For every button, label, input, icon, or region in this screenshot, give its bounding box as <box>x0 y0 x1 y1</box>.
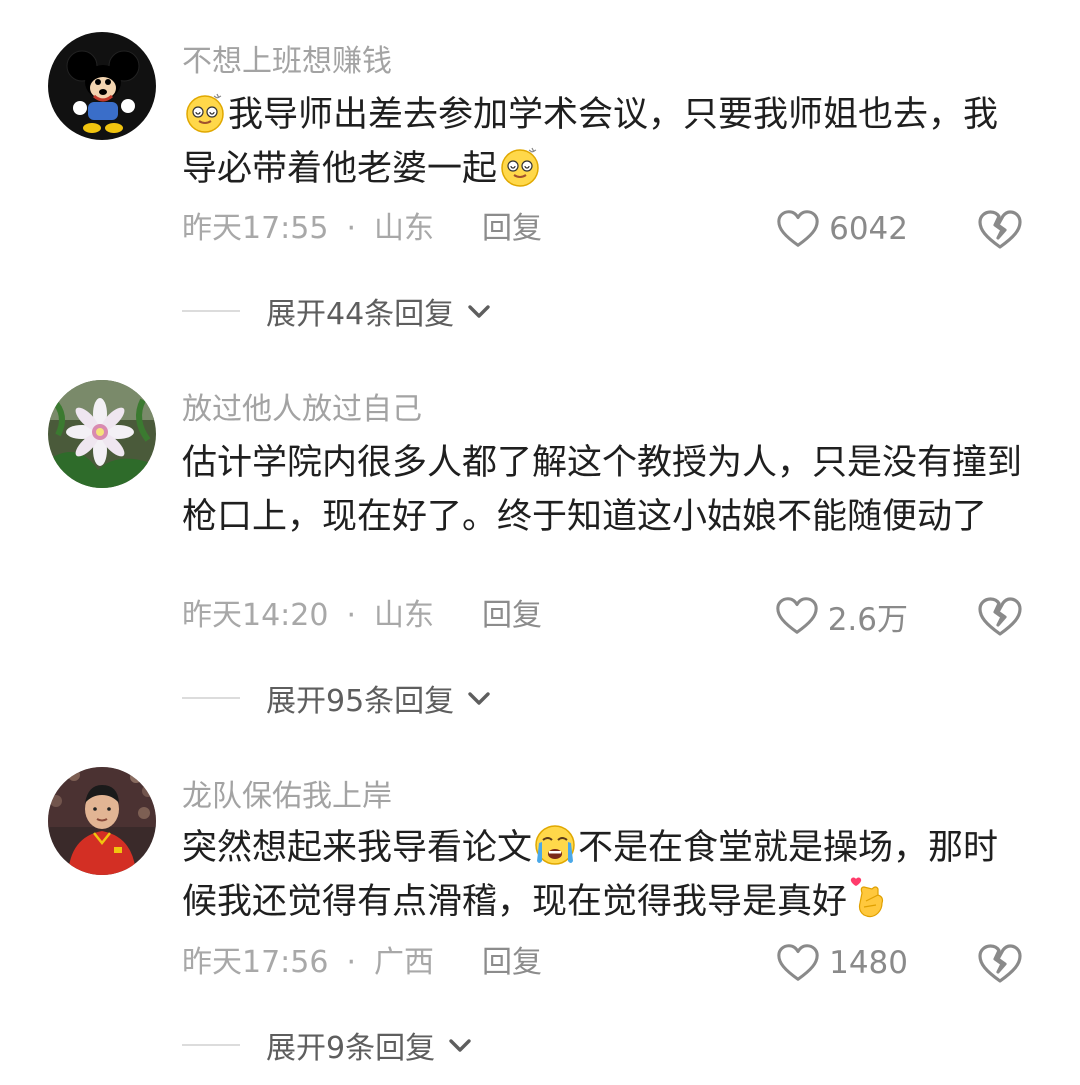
divider-line <box>182 310 240 312</box>
separator: · <box>346 945 357 980</box>
heart-outline-icon <box>775 597 818 634</box>
separator: · <box>346 598 357 633</box>
username[interactable]: 龙队保佑我上岸 <box>182 771 392 815</box>
comment-meta: 昨天14:20 · 山东 回复 <box>182 594 542 638</box>
expand-replies-label: 展开95条回复 <box>266 684 455 719</box>
expand-replies[interactable]: 展开95条回复 <box>182 676 496 720</box>
expand-replies-label: 展开44条回复 <box>266 297 455 332</box>
athlete-avatar <box>48 767 156 875</box>
timestamp: 昨天17:56 <box>182 945 329 980</box>
broken-heart-icon <box>978 210 1022 249</box>
crying-face-emoji <box>535 825 575 865</box>
heart-outline-icon <box>777 210 819 247</box>
avatar[interactable] <box>48 767 156 875</box>
comment-meta: 昨天17:56 · 广西 回复 <box>182 941 542 985</box>
expand-replies-label: 展开9条回复 <box>266 1031 436 1066</box>
heart-outline-icon <box>777 944 819 981</box>
chevron-down-icon <box>468 305 490 318</box>
username[interactable]: 不想上班想赚钱 <box>182 36 392 80</box>
like-count: 2.6万 <box>827 601 908 638</box>
location: 广西 <box>374 945 435 980</box>
expand-replies[interactable]: 展开9条回复 <box>182 1023 477 1067</box>
comment-text-part: 我导师出差去参加学术会议，只要我师姐也去，我导必带着他老婆一起 <box>182 95 999 189</box>
username[interactable]: 放过他人放过自己 <box>182 384 422 428</box>
like-button[interactable]: 1480 <box>775 938 908 988</box>
emoji <box>848 877 892 921</box>
emoji <box>533 823 577 867</box>
mickey-mouse-avatar <box>48 32 156 140</box>
like-button[interactable]: 2.6万 <box>774 591 908 641</box>
comment-text: 突然想起来我导看论文 不是在食堂就是操场，那时候我还觉得有点滑稽，现在觉得我导是… <box>182 821 1032 929</box>
timestamp: 昨天17:55 <box>182 211 329 246</box>
emoji <box>498 144 542 188</box>
location: 山东 <box>374 598 435 633</box>
chevron-down-icon <box>468 692 490 705</box>
dislike-button[interactable] <box>976 939 1024 987</box>
like-button[interactable]: 6042 <box>775 204 908 254</box>
dislike-button[interactable] <box>976 592 1024 640</box>
chevron-down-icon <box>449 1039 471 1052</box>
comment-text: 我导师出差去参加学术会议，只要我师姐也去，我导必带着他老婆一起 <box>182 88 1032 196</box>
reply-button[interactable]: 回复 <box>482 945 542 980</box>
emoji <box>183 90 227 134</box>
separator: · <box>346 211 357 246</box>
comment-text-part: 突然想起来我导看论文 <box>182 828 533 868</box>
like-count: 6042 <box>829 211 908 247</box>
flower-avatar <box>48 380 156 488</box>
location: 山东 <box>374 211 435 246</box>
reply-button[interactable]: 回复 <box>482 211 542 246</box>
dizzy-face-emoji <box>501 147 539 187</box>
comment-meta: 昨天17:55 · 山东 回复 <box>182 207 542 251</box>
broken-heart-icon <box>978 597 1022 636</box>
avatar[interactable] <box>48 380 156 488</box>
expand-replies[interactable]: 展开44条回复 <box>182 289 496 333</box>
comment-text: 估计学院内很多人都了解这个教授为人，只是没有撞到枪口上，现在好了。终于知道这小姑… <box>182 443 1023 537</box>
dislike-button[interactable] <box>976 205 1024 253</box>
divider-line <box>182 1044 240 1046</box>
finger-heart-emoji <box>850 877 884 918</box>
timestamp: 昨天14:20 <box>182 598 329 633</box>
broken-heart-icon <box>978 944 1022 983</box>
reply-button[interactable]: 回复 <box>482 598 542 633</box>
like-count: 1480 <box>829 945 908 981</box>
avatar[interactable] <box>48 32 156 140</box>
dizzy-face-emoji <box>186 93 224 133</box>
divider-line <box>182 697 240 699</box>
